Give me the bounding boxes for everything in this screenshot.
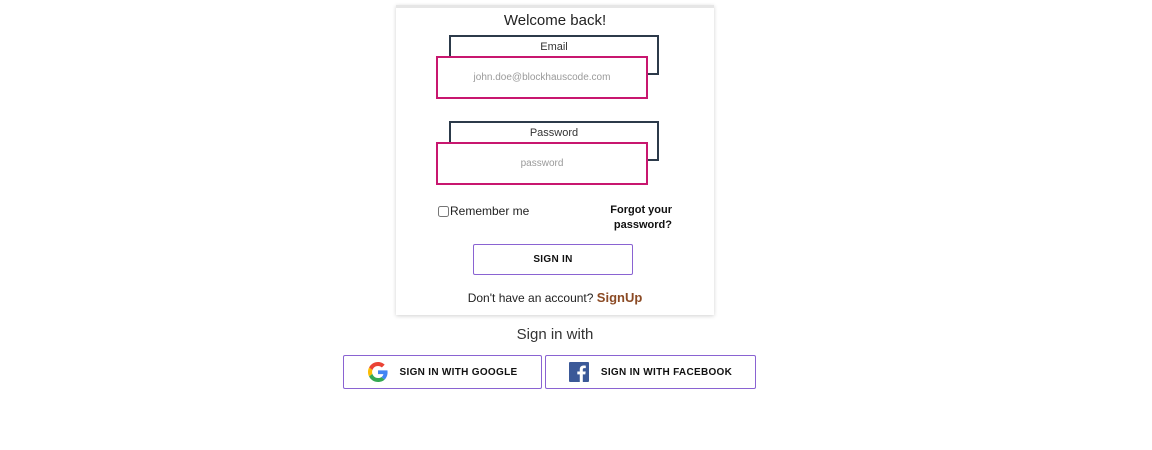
- email-field-group: Email: [436, 35, 661, 101]
- remember-me[interactable]: Remember me: [438, 204, 529, 218]
- email-field[interactable]: [436, 56, 648, 99]
- no-account-text: Don't have an account?: [467, 291, 594, 305]
- password-field[interactable]: [436, 142, 648, 185]
- login-card: Welcome back! Email Password Remember me…: [396, 5, 714, 315]
- login-page: Welcome back! Email Password Remember me…: [0, 0, 1152, 450]
- google-icon: [367, 362, 388, 382]
- facebook-button-label: SIGN IN WITH FACEBOOK: [600, 366, 733, 378]
- forgot-password-link[interactable]: Forgot your password?: [592, 203, 672, 233]
- google-sign-in-button[interactable]: SIGN IN WITH GOOGLE: [343, 355, 542, 389]
- email-label: Email: [540, 41, 568, 53]
- signup-prompt: Don't have an account? SignUp: [396, 290, 714, 305]
- facebook-icon: [568, 362, 589, 382]
- google-button-label: SIGN IN WITH GOOGLE: [399, 366, 518, 378]
- page-title: Welcome back!: [503, 12, 607, 29]
- remember-me-checkbox[interactable]: [438, 205, 449, 217]
- facebook-sign-in-button[interactable]: SIGN IN WITH FACEBOOK: [545, 355, 756, 389]
- forgot-password-line1: Forgot your: [610, 204, 672, 216]
- sign-in-button[interactable]: SIGN IN: [473, 244, 633, 275]
- remember-me-label: Remember me: [450, 204, 530, 218]
- social-signin-heading: Sign in with: [516, 326, 594, 343]
- forgot-password-line2: password?: [613, 219, 672, 231]
- password-label: Password: [529, 127, 579, 139]
- password-field-group: Password: [436, 121, 661, 187]
- signup-link[interactable]: SignUp: [597, 290, 643, 305]
